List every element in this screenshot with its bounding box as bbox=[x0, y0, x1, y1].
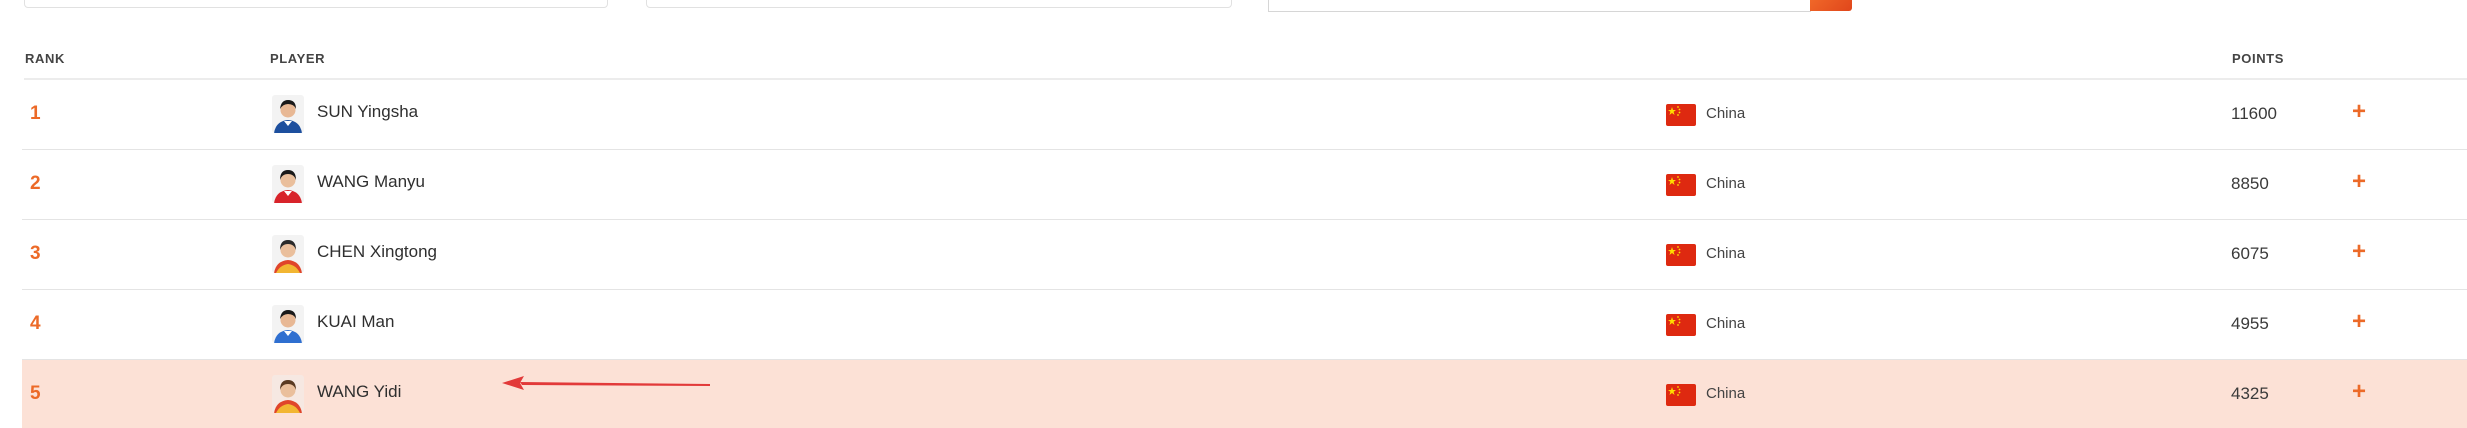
table-row-highlighted[interactable]: 5 WANG Yidi China 4325 + bbox=[22, 360, 2467, 428]
rank-value: 1 bbox=[30, 103, 41, 124]
points-value: 8850 bbox=[2231, 174, 2269, 193]
rank-column-header: RANK bbox=[25, 51, 65, 66]
country-name: China bbox=[1706, 245, 1746, 262]
china-flag-icon bbox=[1666, 104, 1696, 126]
search-input[interactable] bbox=[1268, 0, 1811, 12]
plus-icon[interactable]: + bbox=[2347, 307, 2371, 337]
plus-icon[interactable]: + bbox=[2347, 377, 2371, 407]
player-name[interactable]: KUAI Man bbox=[317, 312, 394, 332]
country-name: China bbox=[1706, 315, 1746, 332]
country-name: China bbox=[1706, 105, 1746, 122]
points-value: 4955 bbox=[2231, 314, 2269, 333]
player-avatar bbox=[272, 375, 304, 413]
table-row[interactable]: 2 WANG Manyu China 8850 + bbox=[22, 150, 2467, 220]
player-avatar bbox=[272, 235, 304, 273]
rankings-page: RANK PLAYER POINTS 1 SUN Yingsha China 1… bbox=[0, 0, 2467, 428]
rank-value: 3 bbox=[30, 243, 41, 264]
player-avatar bbox=[272, 165, 304, 203]
rank-value: 5 bbox=[30, 383, 41, 404]
player-avatar bbox=[272, 305, 304, 343]
points-value: 11600 bbox=[2231, 104, 2278, 123]
table-row[interactable]: 3 CHEN Xingtong China 6075 + bbox=[22, 220, 2467, 290]
table-row[interactable]: 4 KUAI Man China 4955 + bbox=[22, 290, 2467, 360]
plus-icon[interactable]: + bbox=[2347, 237, 2371, 267]
player-name[interactable]: SUN Yingsha bbox=[317, 102, 418, 122]
plus-icon[interactable]: + bbox=[2347, 167, 2371, 197]
china-flag-icon bbox=[1666, 314, 1696, 336]
annotation-arrow-icon bbox=[502, 376, 710, 390]
player-column-header: PLAYER bbox=[270, 51, 326, 66]
search-button[interactable] bbox=[1810, 0, 1852, 11]
rankings-table-body: 1 SUN Yingsha China 11600 + 2 WANG Manyu… bbox=[22, 80, 2467, 428]
player-name[interactable]: WANG Manyu bbox=[317, 172, 425, 192]
player-avatar bbox=[272, 95, 304, 133]
china-flag-icon bbox=[1666, 384, 1696, 406]
filter-dropdown-2[interactable] bbox=[646, 0, 1232, 8]
table-row[interactable]: 1 SUN Yingsha China 11600 + bbox=[22, 80, 2467, 150]
table-header: RANK PLAYER POINTS bbox=[24, 46, 2467, 80]
rank-value: 2 bbox=[30, 173, 41, 194]
points-value: 4325 bbox=[2231, 384, 2269, 403]
player-name[interactable]: WANG Yidi bbox=[317, 382, 401, 402]
china-flag-icon bbox=[1666, 244, 1696, 266]
rank-value: 4 bbox=[30, 313, 41, 334]
country-name: China bbox=[1706, 385, 1746, 402]
filter-dropdown-1[interactable] bbox=[24, 0, 608, 8]
china-flag-icon bbox=[1666, 174, 1696, 196]
points-column-header: POINTS bbox=[2232, 51, 2284, 66]
country-name: China bbox=[1706, 175, 1746, 192]
plus-icon[interactable]: + bbox=[2347, 97, 2371, 127]
points-value: 6075 bbox=[2231, 244, 2269, 263]
player-name[interactable]: CHEN Xingtong bbox=[317, 242, 437, 262]
